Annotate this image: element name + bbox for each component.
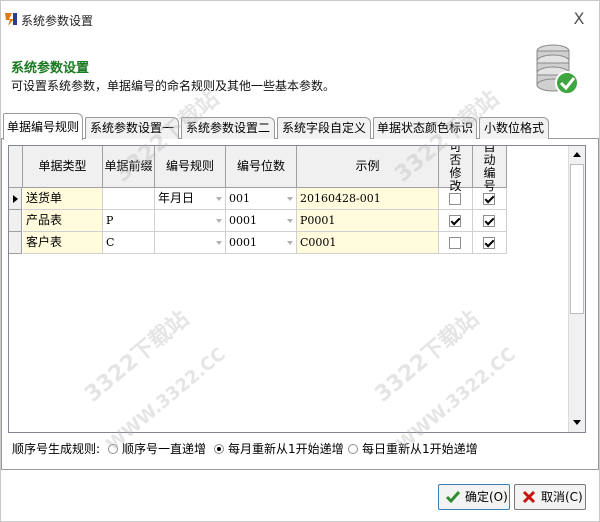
- cell-modifiable: [439, 232, 473, 254]
- check-icon: [445, 491, 461, 504]
- cell-rule[interactable]: 年月日: [155, 188, 226, 210]
- row-header[interactable]: [9, 188, 22, 210]
- cell-rule[interactable]: [155, 232, 226, 254]
- cell-prefix[interactable]: [103, 188, 155, 210]
- ok-button[interactable]: 确定(O): [438, 484, 510, 510]
- cell-digits[interactable]: 0001: [226, 210, 297, 232]
- tab-system-params-1[interactable]: 系统参数设置一: [85, 117, 179, 139]
- radio-button-icon: [108, 444, 118, 454]
- auto-number-checkbox[interactable]: [483, 193, 495, 205]
- radio-always-increment[interactable]: 顺序号一直递增: [108, 439, 218, 459]
- cell-rule[interactable]: [155, 210, 226, 232]
- grid-corner: [9, 146, 23, 188]
- cell-modifiable: [439, 188, 473, 210]
- cancel-button[interactable]: 取消(C): [514, 484, 586, 510]
- cell-digits-value: 0001: [229, 236, 257, 249]
- row-header[interactable]: [9, 232, 22, 254]
- cell-example: P0001: [297, 210, 439, 232]
- sequence-rule-label: 顺序号生成规则:: [12, 442, 101, 456]
- tab-custom-fields[interactable]: 系统字段自定义: [277, 117, 371, 139]
- cell-digits-value: 001: [229, 192, 250, 205]
- settings-window: 系统参数设置 X 系统参数设置 可设置系统参数，单据编号的命名规则及其他一些基本…: [0, 0, 600, 522]
- cell-digits-value: 0001: [229, 214, 257, 227]
- numbering-panel: 单据类型 单据前缀 编号规则 编号位数 示例 可否修改 自动编号 送货单 年月日…: [1, 86, 599, 469]
- radio-label: 顺序号一直递增: [122, 442, 207, 456]
- column-header-auto[interactable]: 自动编号: [473, 146, 507, 192]
- radio-label: 每月重新从1开始递增: [228, 442, 344, 456]
- cell-type[interactable]: 产品表: [23, 210, 103, 232]
- cell-prefix[interactable]: P: [103, 210, 155, 232]
- dropdown-arrow-icon[interactable]: [287, 219, 293, 223]
- header-panel: 系统参数设置 可设置系统参数，单据编号的命名规则及其他一些基本参数。: [1, 37, 599, 109]
- grid-vertical-scrollbar[interactable]: [568, 146, 585, 432]
- column-header-example[interactable]: 示例: [297, 146, 439, 188]
- modifiable-checkbox[interactable]: [449, 237, 461, 249]
- auto-number-checkbox[interactable]: [483, 215, 495, 227]
- tab-strip: 单据编号规则 系统参数设置一 系统参数设置二 系统字段自定义 单据状态颜色标识 …: [1, 113, 599, 140]
- cancel-button-label: 取消(C): [541, 490, 583, 504]
- header-description: 可设置系统参数，单据编号的命名规则及其他一些基本参数。: [11, 79, 336, 93]
- column-header-type[interactable]: 单据类型: [23, 146, 103, 188]
- column-header-prefix[interactable]: 单据前缀: [103, 146, 155, 188]
- numbering-grid: 单据类型 单据前缀 编号规则 编号位数 示例 可否修改 自动编号 送货单 年月日…: [8, 145, 586, 433]
- dropdown-arrow-icon[interactable]: [216, 219, 222, 223]
- column-header-modifiable[interactable]: 可否修改: [439, 146, 473, 192]
- tab-decimal-format[interactable]: 小数位格式: [479, 117, 549, 139]
- column-header-digits[interactable]: 编号位数: [226, 146, 297, 188]
- ok-button-label: 确定(O): [465, 490, 508, 504]
- tab-system-params-2[interactable]: 系统参数设置二: [181, 117, 275, 139]
- cell-digits[interactable]: 001: [226, 188, 297, 210]
- cell-auto: [473, 210, 507, 232]
- cell-type[interactable]: 送货单: [23, 188, 103, 210]
- modifiable-checkbox[interactable]: [449, 193, 461, 205]
- radio-button-icon: [348, 444, 358, 454]
- database-check-icon: [536, 44, 579, 95]
- window-title: 系统参数设置: [21, 14, 94, 28]
- auto-number-checkbox[interactable]: [483, 237, 495, 249]
- cell-example: 20160428-001: [297, 188, 439, 210]
- dialog-footer: 确定(O) 取消(C): [1, 469, 599, 521]
- cell-type[interactable]: 客户表: [23, 232, 103, 254]
- cell-rule-value: 年月日: [158, 191, 195, 205]
- scrollbar-thumb[interactable]: [570, 164, 584, 314]
- tab-document-numbering[interactable]: 单据编号规则: [3, 113, 83, 140]
- scroll-up-arrow-icon[interactable]: [569, 146, 585, 163]
- title-bar: 系统参数设置 X: [1, 1, 599, 37]
- radio-button-icon: [214, 444, 224, 454]
- column-header-rule[interactable]: 编号规则: [155, 146, 226, 188]
- cell-example: C0001: [297, 232, 439, 254]
- dropdown-arrow-icon[interactable]: [287, 197, 293, 201]
- row-header[interactable]: [9, 210, 22, 232]
- radio-daily-reset[interactable]: 每日重新从1开始递增: [348, 439, 488, 459]
- header-title: 系统参数设置: [11, 61, 90, 76]
- tab-status-colors[interactable]: 单据状态颜色标识: [373, 117, 477, 139]
- cross-icon: [522, 490, 536, 504]
- cell-digits[interactable]: 0001: [226, 232, 297, 254]
- dropdown-arrow-icon[interactable]: [216, 197, 222, 201]
- cell-auto: [473, 188, 507, 210]
- radio-monthly-reset[interactable]: 每月重新从1开始递增: [214, 439, 354, 459]
- app-logo-icon: [3, 11, 19, 27]
- scroll-down-arrow-icon[interactable]: [569, 414, 585, 431]
- close-button[interactable]: X: [567, 7, 591, 31]
- cell-prefix[interactable]: C: [103, 232, 155, 254]
- modifiable-checkbox[interactable]: [449, 215, 461, 227]
- current-row-arrow-icon: [13, 195, 18, 203]
- dropdown-arrow-icon[interactable]: [216, 241, 222, 245]
- radio-label: 每日重新从1开始递增: [362, 442, 478, 456]
- dropdown-arrow-icon[interactable]: [287, 241, 293, 245]
- cell-modifiable: [439, 210, 473, 232]
- cell-auto: [473, 232, 507, 254]
